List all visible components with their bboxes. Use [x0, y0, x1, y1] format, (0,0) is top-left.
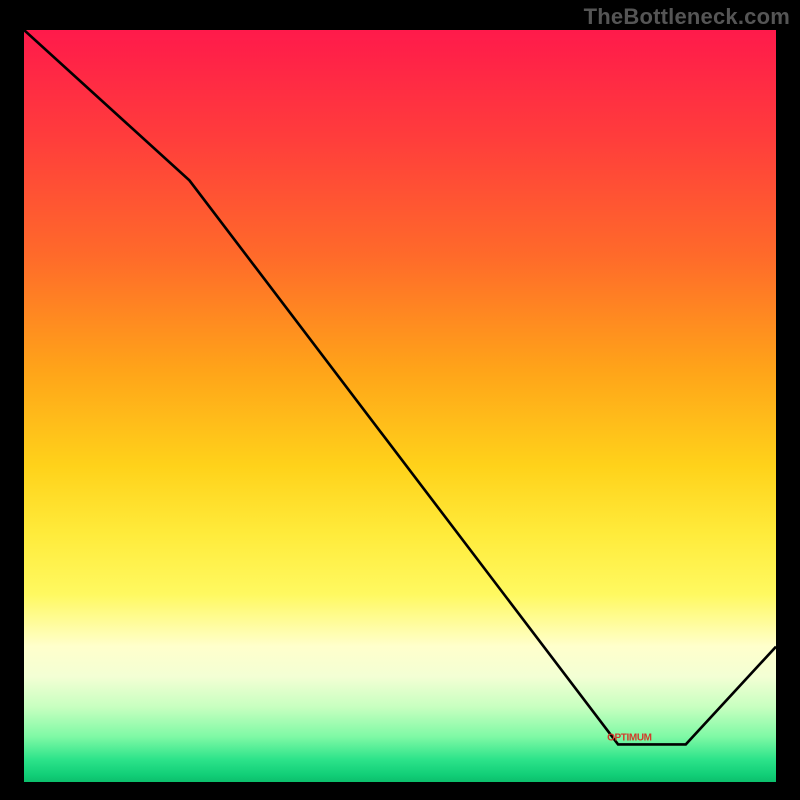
plot-area: OPTIMUM	[24, 30, 776, 782]
optimum-annotation: OPTIMUM	[607, 732, 651, 743]
series-line	[24, 30, 776, 744]
chart-svg	[24, 30, 776, 782]
chart-stage: TheBottleneck.com OPTIMUM	[0, 0, 800, 800]
watermark-text: TheBottleneck.com	[584, 4, 790, 30]
